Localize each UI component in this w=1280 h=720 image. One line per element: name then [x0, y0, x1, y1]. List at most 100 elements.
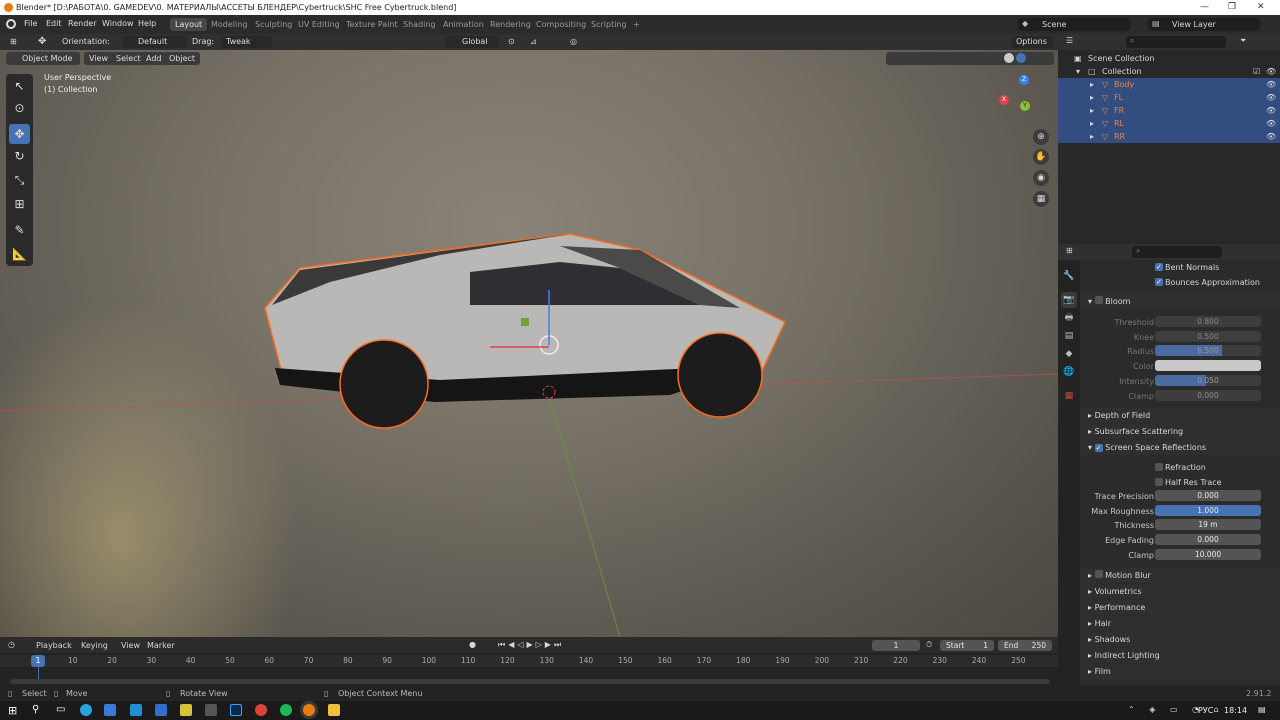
outliner-search[interactable]: ⌕ — [1126, 36, 1226, 48]
bloom-clamp-field[interactable]: 0.000 — [1155, 390, 1261, 401]
trace-precision-field[interactable]: 0.000 — [1155, 490, 1261, 501]
add-workspace-button[interactable]: + — [628, 18, 645, 31]
expand-icon[interactable]: ▸ — [1090, 130, 1094, 143]
editor-type-icon[interactable]: ⊞ — [6, 36, 21, 48]
cybertruck-model[interactable] — [0, 50, 1058, 637]
visibility-icon[interactable]: 👁 — [1266, 78, 1276, 91]
navigation-gizmo[interactable]: Z X Y — [995, 75, 1050, 130]
ssr-panel-header[interactable]: ▾ ✓ Screen Space Reflections — [1080, 440, 1280, 455]
outliner-editor-icon[interactable]: ☰ — [1066, 36, 1073, 45]
search-icon[interactable]: ⚲ — [32, 704, 39, 715]
max-roughness-field[interactable]: 1.000 — [1155, 505, 1261, 516]
photoshop-icon[interactable] — [230, 704, 242, 716]
view-layer-selector[interactable]: ▤ View Layer — [1148, 18, 1260, 31]
visibility-icon[interactable]: 👁 — [1266, 91, 1276, 104]
app-3-icon[interactable] — [130, 704, 142, 716]
timeline-view-menu[interactable]: View — [121, 641, 140, 650]
hair-panel[interactable]: ▸ Hair — [1080, 616, 1280, 631]
tab-sculpting[interactable]: Sculpting — [250, 18, 297, 31]
blender-menu-icon[interactable] — [6, 19, 16, 29]
ssr-clamp-field[interactable]: 10.000 — [1155, 549, 1261, 560]
radius-field[interactable]: 6.500 — [1155, 345, 1261, 356]
bent-normals-checkbox[interactable]: ✓ — [1155, 263, 1163, 271]
scene-selector[interactable]: ◆ Scene — [1018, 18, 1130, 31]
keying-menu[interactable]: Keying — [81, 641, 108, 650]
motion-blur-checkbox[interactable] — [1094, 570, 1103, 578]
tab-rendering[interactable]: Rendering — [485, 18, 536, 31]
frame-ruler[interactable]: 1102030405060708090100110120130140150160… — [0, 655, 1058, 667]
playhead[interactable]: 1 — [31, 655, 45, 667]
thickness-field[interactable]: 19 m — [1155, 519, 1261, 530]
chrome-icon[interactable] — [255, 704, 267, 716]
gizmo-z-ball[interactable]: Z — [1019, 75, 1029, 85]
camera-icon[interactable]: ◉ — [1033, 170, 1049, 186]
collection-checkbox[interactable]: ☑ — [1253, 65, 1260, 78]
bloom-panel-header[interactable]: ▾ Bloom — [1080, 294, 1280, 309]
measure-tool-icon[interactable]: 📐 — [9, 244, 30, 264]
bloom-checkbox[interactable] — [1094, 296, 1103, 304]
options-dropdown[interactable]: Options — [1012, 36, 1054, 48]
depth-of-field-panel[interactable]: ▸ Depth of Field — [1080, 408, 1280, 423]
gizmo-y-ball[interactable]: Y — [1020, 101, 1030, 111]
motion-blur-panel[interactable]: ▸ Motion Blur — [1080, 568, 1280, 583]
move-tool-icon[interactable]: ✥ — [9, 124, 30, 144]
spotify-icon[interactable] — [280, 704, 292, 716]
expand-icon[interactable]: ▸ — [1090, 104, 1094, 117]
tab-scripting[interactable]: Scripting — [586, 18, 632, 31]
bloom-color-swatch[interactable] — [1155, 360, 1261, 371]
menu-render[interactable]: Render — [68, 19, 96, 28]
pivot-icon[interactable]: ⊙ — [504, 36, 519, 48]
ortho-grid-icon[interactable]: ▦ — [1033, 191, 1049, 207]
indirect-lighting-panel[interactable]: ▸ Indirect Lighting — [1080, 648, 1280, 663]
clock[interactable]: 18:14 — [1224, 706, 1247, 715]
threshold-field[interactable]: 0.800 — [1155, 316, 1261, 327]
menu-file[interactable]: File — [24, 19, 37, 28]
playback-menu[interactable]: Playback — [36, 641, 72, 650]
outliner-item-fl[interactable]: ▸ ▽ FL 👁 — [1058, 91, 1280, 104]
bounces-checkbox[interactable]: ✓ — [1155, 278, 1163, 286]
pan-hand-icon[interactable]: ✋ — [1033, 149, 1049, 165]
minimize-button[interactable]: — — [1200, 2, 1209, 12]
mail-icon[interactable] — [104, 704, 116, 716]
menu-help[interactable]: Help — [138, 19, 156, 28]
start-frame-field[interactable]: Start 1 — [940, 640, 994, 651]
rotate-tool-icon[interactable]: ↻ — [9, 146, 30, 166]
expand-icon[interactable]: ▸ — [1090, 78, 1094, 91]
tab-shading[interactable]: Shading — [398, 18, 441, 31]
file-explorer-icon[interactable] — [328, 704, 340, 716]
gizmo-x-ball[interactable]: X — [999, 95, 1009, 105]
proportional-edit-icon[interactable]: ◎ — [566, 36, 581, 48]
transform-orientation-dropdown[interactable]: Global — [446, 36, 498, 48]
app-unity-icon[interactable] — [205, 704, 217, 716]
select-tool-icon[interactable]: ↖ — [9, 76, 30, 96]
shadows-panel[interactable]: ▸ Shadows — [1080, 632, 1280, 647]
visibility-icon[interactable]: 👁 — [1266, 117, 1276, 130]
orientation-dropdown[interactable]: Default — [122, 36, 186, 48]
current-frame-field[interactable]: 1 — [872, 640, 920, 651]
telegram-icon[interactable] — [80, 704, 92, 716]
intensity-field[interactable]: 0.050 — [1155, 375, 1261, 386]
end-frame-field[interactable]: End 250 — [998, 640, 1052, 651]
collection-chevron-icon[interactable]: ▾ — [1076, 65, 1080, 78]
outliner-item-rl[interactable]: ▸ ▽ RL 👁 — [1058, 117, 1280, 130]
refraction-checkbox[interactable] — [1155, 463, 1163, 471]
notifications-icon[interactable]: ▤ — [1258, 705, 1266, 714]
3d-viewport[interactable]: Object Mode View Select Add Object User … — [0, 50, 1058, 637]
timeline-scrollbar[interactable] — [10, 679, 1050, 684]
tab-modeling[interactable]: Modeling — [206, 18, 252, 31]
cursor-tool-icon[interactable]: ⊙ — [9, 98, 30, 118]
blender-taskbar-icon[interactable] — [303, 704, 315, 716]
volumetrics-panel[interactable]: ▸ Volumetrics — [1080, 584, 1280, 599]
snap-icon[interactable]: ⊿ — [526, 36, 541, 48]
ssr-checkbox[interactable]: ✓ — [1094, 444, 1103, 452]
properties-editor-icon[interactable]: ⊞ — [1066, 246, 1073, 255]
keyboard-language[interactable]: РУС — [1198, 706, 1213, 715]
transform-tool-icon[interactable]: ⊞ — [9, 194, 30, 214]
photos-icon[interactable] — [155, 704, 167, 716]
tab-uv-editing[interactable]: UV Editing — [293, 18, 345, 31]
menu-window[interactable]: Window — [102, 19, 134, 28]
tab-texture-paint[interactable]: Texture Paint — [341, 18, 403, 31]
outliner-item-fr[interactable]: ▸ ▽ FR 👁 — [1058, 104, 1280, 117]
collection-row[interactable]: ▾ ▢ Collection ☑ 👁 — [1058, 65, 1280, 78]
visibility-icon[interactable]: 👁 — [1266, 130, 1276, 143]
